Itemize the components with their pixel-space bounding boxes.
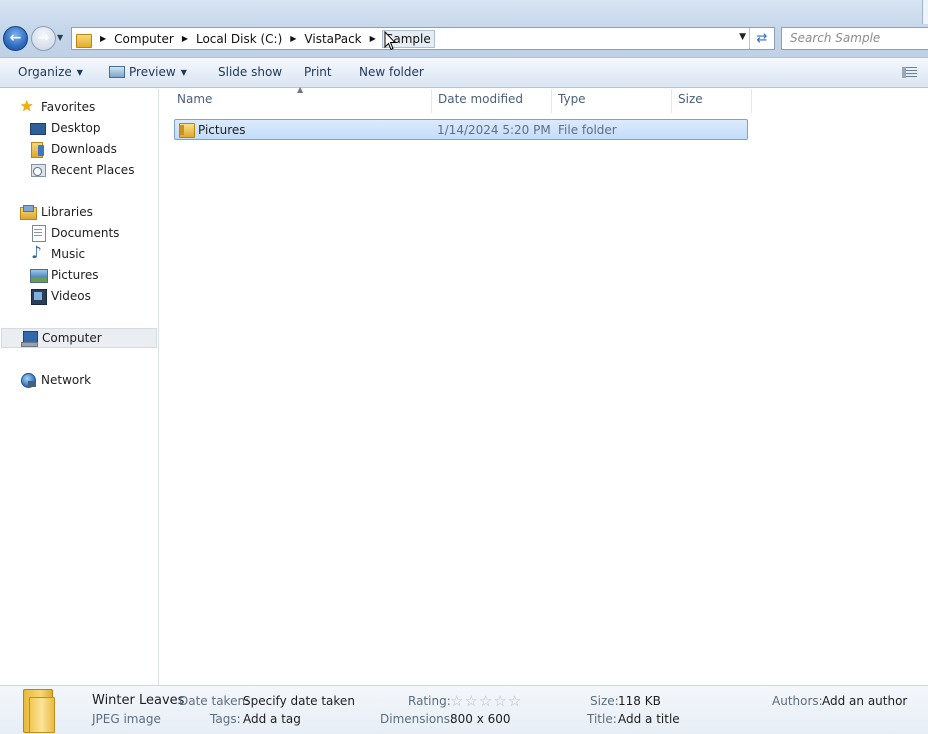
music-icon: [30, 243, 46, 263]
file-date-modified: 1/14/2024 5:20 PM: [437, 123, 551, 137]
nav-computer-label: Computer: [42, 331, 102, 345]
nav-music-label: Music: [51, 247, 86, 261]
file-row-pictures[interactable]: Pictures 1/14/2024 5:20 PM File folder: [174, 119, 748, 140]
organize-label: Organize: [18, 65, 72, 79]
star-icon: [20, 97, 36, 115]
folder-icon: [179, 122, 195, 138]
pictures-icon: [30, 267, 48, 283]
preview-button[interactable]: Preview ▼: [109, 65, 187, 79]
nav-pictures-label: Pictures: [51, 268, 99, 282]
authors-field[interactable]: Add an author: [822, 694, 907, 708]
navigation-pane: Favorites Desktop Downloads Recent Place…: [0, 89, 159, 685]
star-icon[interactable]: ☆: [450, 692, 464, 710]
nav-computer[interactable]: Computer: [1, 328, 157, 348]
chevron-down-icon: ▼: [76, 68, 83, 77]
breadcrumb-computer[interactable]: Computer: [114, 32, 174, 46]
date-taken-label: Date taken:: [179, 694, 250, 708]
refresh-icon[interactable]: ⇄: [753, 30, 771, 47]
libraries-icon: [20, 204, 37, 220]
nav-desktop[interactable]: Desktop: [30, 118, 101, 138]
desktop-icon: [30, 122, 46, 135]
file-name: Pictures: [198, 123, 246, 137]
window-edge: [922, 0, 928, 24]
address-bar-area: ← → ▼ ▶ Computer ▶ Local Disk (C:) ▶ Vis…: [0, 0, 928, 58]
recent-places-icon: [30, 162, 46, 178]
chevron-right-icon[interactable]: ▶: [370, 34, 376, 43]
title-label: Title:: [587, 712, 617, 726]
divider: [749, 28, 750, 49]
rating-stars[interactable]: ☆☆☆☆☆: [450, 692, 522, 710]
size-value: 118 KB: [618, 694, 661, 708]
file-type: File folder: [558, 123, 617, 137]
chevron-right-icon[interactable]: ▶: [100, 34, 106, 43]
nav-libraries[interactable]: Libraries: [20, 202, 93, 222]
nav-libraries-label: Libraries: [41, 205, 93, 219]
documents-icon: [30, 225, 46, 242]
dimensions-value: 800 x 600: [450, 712, 511, 726]
star-icon[interactable]: ☆: [479, 692, 493, 710]
command-bar: Organize ▼ Preview ▼ Slide show Print New …: [0, 58, 928, 88]
date-taken-field[interactable]: Specify date taken: [243, 694, 355, 708]
nav-downloads[interactable]: Downloads: [30, 139, 117, 159]
nav-favorites[interactable]: Favorites: [20, 97, 95, 117]
details-file-kind: JPEG image: [92, 712, 161, 726]
column-header-date-modified[interactable]: Date modified: [432, 89, 552, 113]
column-header-size[interactable]: Size: [672, 89, 752, 113]
nav-videos-label: Videos: [51, 289, 91, 303]
back-button[interactable]: ←: [3, 26, 28, 51]
recent-pages-chevron-down-icon[interactable]: ▼: [57, 33, 63, 42]
nav-videos[interactable]: Videos: [30, 286, 91, 306]
slideshow-button[interactable]: Slide show: [218, 65, 282, 79]
breadcrumb[interactable]: ▶ Computer ▶ Local Disk (C:) ▶ VistaPack…: [71, 27, 775, 50]
title-field[interactable]: Add a title: [618, 712, 680, 726]
rating-label: Rating:: [408, 694, 451, 708]
authors-label: Authors:: [772, 694, 823, 708]
mouse-cursor-icon: [384, 31, 396, 51]
organize-button[interactable]: Organize ▼: [18, 65, 83, 79]
nav-network[interactable]: Network: [20, 370, 91, 390]
nav-favorites-label: Favorites: [41, 100, 96, 114]
nav-recent-places-label: Recent Places: [51, 163, 135, 177]
print-button[interactable]: Print: [304, 65, 332, 79]
folder-icon: [76, 32, 92, 48]
chevron-right-icon[interactable]: ▶: [290, 34, 296, 43]
star-icon[interactable]: ☆: [508, 692, 522, 710]
network-icon: [20, 372, 36, 388]
videos-icon: [30, 288, 47, 305]
breadcrumb-local-disk[interactable]: Local Disk (C:): [196, 32, 282, 46]
nav-music[interactable]: Music: [30, 243, 86, 264]
tags-label: Tags:: [210, 712, 241, 726]
details-file-name: Winter Leaves: [92, 693, 185, 708]
column-header-name[interactable]: Name: [171, 89, 432, 113]
breadcrumb-vistapack[interactable]: VistaPack: [304, 32, 361, 46]
star-icon[interactable]: ☆: [464, 692, 478, 710]
nav-recent-places[interactable]: Recent Places: [30, 160, 134, 180]
nav-pictures[interactable]: Pictures: [30, 265, 99, 285]
preview-label: Preview: [129, 65, 176, 79]
new-folder-button[interactable]: New folder: [359, 65, 424, 79]
nav-desktop-label: Desktop: [51, 121, 101, 135]
downloads-icon: [30, 141, 46, 158]
search-input[interactable]: Search Sample: [781, 27, 928, 50]
file-thumbnail-folder-icon: [21, 689, 57, 733]
chevron-down-icon: ▼: [180, 68, 187, 77]
forward-button[interactable]: →: [31, 26, 56, 51]
preview-icon: [109, 66, 125, 78]
star-icon[interactable]: ☆: [493, 692, 507, 710]
nav-network-label: Network: [41, 373, 92, 387]
views-icon[interactable]: [902, 67, 917, 78]
address-history-chevron-down-icon[interactable]: ▼: [739, 32, 746, 42]
size-label: Size:: [590, 694, 619, 708]
nav-documents[interactable]: Documents: [30, 223, 119, 243]
computer-icon: [21, 330, 38, 347]
chevron-right-icon[interactable]: ▶: [182, 34, 188, 43]
dimensions-label: Dimensions:: [380, 712, 455, 726]
column-header-type[interactable]: Type: [552, 89, 672, 113]
nav-downloads-label: Downloads: [51, 142, 117, 156]
tags-field[interactable]: Add a tag: [243, 712, 301, 726]
nav-documents-label: Documents: [51, 226, 120, 240]
